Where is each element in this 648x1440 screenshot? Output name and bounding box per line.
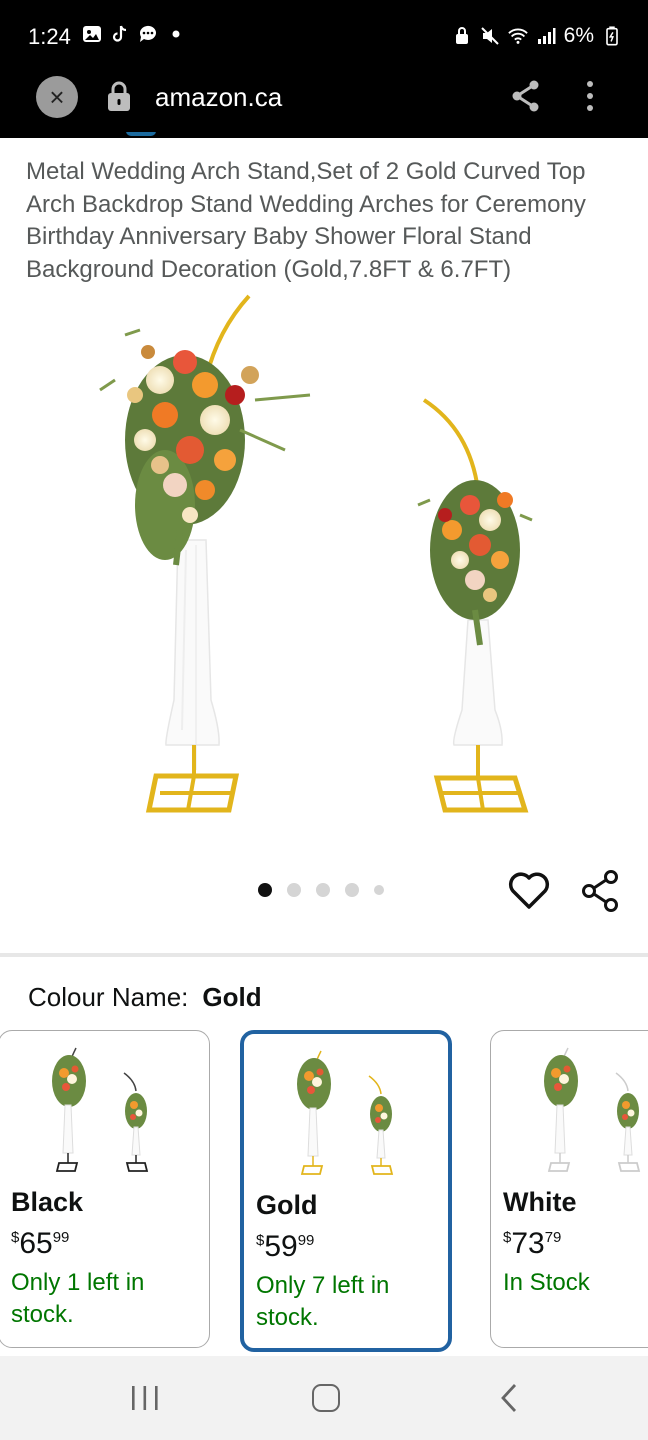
variant-stock: In Stock <box>503 1269 590 1296</box>
share-product-icon[interactable] <box>580 869 622 913</box>
recent-apps-icon[interactable] <box>130 1384 160 1412</box>
status-time: 1:24 <box>28 24 71 49</box>
wishlist-heart-icon[interactable] <box>508 871 550 911</box>
notification-icons <box>82 24 186 44</box>
back-icon[interactable] <box>498 1382 520 1414</box>
chat-icon <box>139 25 156 42</box>
colour-option-gold[interactable]: Gold $5999 Only 7 left in stock. <box>240 1030 452 1352</box>
variant-price: $5999 <box>256 1230 314 1264</box>
wifi-icon <box>507 28 528 44</box>
mute-icon <box>480 27 499 45</box>
tiktok-icon <box>112 25 127 42</box>
dot-icon <box>172 30 180 38</box>
variant-stock: Only 7 left in stock. <box>256 1272 390 1331</box>
signal-icon <box>537 28 556 44</box>
colour-name-row: Colour Name: Gold <box>28 982 262 1013</box>
carousel-dot[interactable] <box>287 883 301 897</box>
carousel-indicator[interactable] <box>258 883 384 897</box>
price-currency: $ <box>11 1229 20 1246</box>
selected-colour: Gold <box>202 982 262 1012</box>
variant-thumbnail <box>297 1050 394 1175</box>
battery-icon <box>606 26 618 46</box>
close-tab-button[interactable]: × <box>36 76 78 118</box>
variant-stock: Only 1 left in stock. <box>11 1269 145 1328</box>
browser-toolbar: × amazon.ca <box>0 70 648 138</box>
variant-price: $6599 <box>11 1227 69 1261</box>
variant-name: White <box>503 1187 577 1217</box>
more-options-icon[interactable] <box>582 78 598 114</box>
colour-option-black[interactable]: Black $6599 Only 1 left in stock. <box>0 1030 210 1348</box>
price-currency: $ <box>503 1229 512 1246</box>
url-text[interactable]: amazon.ca <box>155 82 282 113</box>
variant-name: Black <box>11 1187 84 1217</box>
price-dollars: 73 <box>511 1227 545 1260</box>
short-arch-flowers <box>417 480 533 646</box>
price-dollars: 59 <box>264 1230 298 1263</box>
variant-name: Gold <box>256 1190 318 1220</box>
battery-percent: 6% <box>563 24 594 47</box>
carousel-dot[interactable] <box>258 883 272 897</box>
price-cents: 99 <box>297 1232 315 1249</box>
price-cents: 99 <box>52 1229 70 1246</box>
colour-name-label: Colour Name: <box>28 982 189 1012</box>
price-dollars: 65 <box>19 1227 53 1260</box>
system-status: 6% <box>452 24 622 48</box>
scrolled-content-edge <box>26 132 166 138</box>
carousel-dot[interactable] <box>374 885 384 895</box>
close-icon: × <box>49 82 65 112</box>
tall-arch-flowers <box>99 328 311 566</box>
colour-option-white[interactable]: White $7379 In Stock <box>490 1030 648 1348</box>
variant-price: $7379 <box>503 1227 561 1261</box>
product-image[interactable] <box>0 290 648 830</box>
system-navigation-bar <box>0 1356 648 1440</box>
lock-icon <box>455 27 468 44</box>
carousel-dot[interactable] <box>316 883 330 897</box>
product-title: Metal Wedding Arch Stand,Set of 2 Gold C… <box>26 158 586 283</box>
share-icon[interactable] <box>510 78 542 114</box>
status-bar: 1:24 6% <box>0 0 648 70</box>
carousel-dot[interactable] <box>345 883 359 897</box>
price-currency: $ <box>256 1232 265 1249</box>
image-icon <box>83 26 101 42</box>
price-cents: 79 <box>544 1229 562 1246</box>
variant-thumbnail <box>52 1047 149 1172</box>
section-divider <box>0 953 648 957</box>
variant-thumbnail <box>544 1047 641 1172</box>
secure-lock-icon[interactable] <box>106 80 132 112</box>
home-icon[interactable] <box>312 1384 340 1412</box>
